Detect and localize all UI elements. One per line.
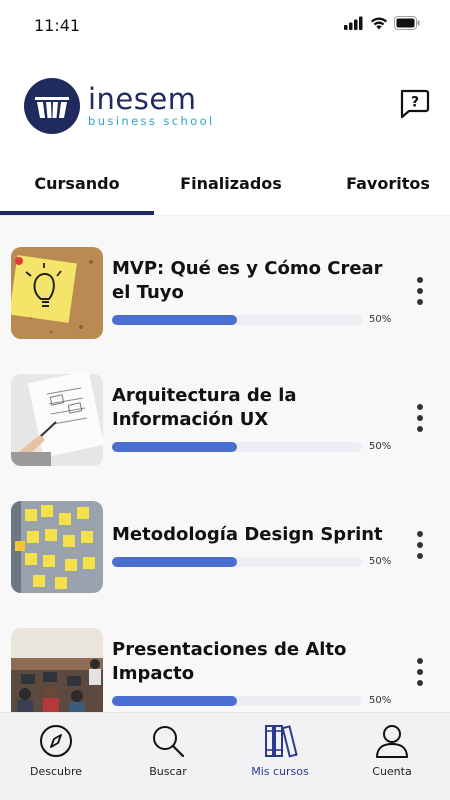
course-item[interactable]: Arquitectura de la Información UX 50% [0,374,450,469]
course-thumbnail [11,628,103,712]
status-icons [344,16,420,30]
inesem-logo-icon [24,78,80,134]
nav-label: Descubre [29,765,83,778]
more-options-icon[interactable] [410,404,430,438]
course-item[interactable]: MVP: Qué es y Cómo Crear el Tuyo 50% [0,247,450,342]
more-options-icon[interactable] [410,277,430,311]
course-title: Presentaciones de Alto Impacto [112,639,347,684]
brand-name: inesem [88,82,197,116]
progress-bar [112,442,362,452]
wifi-icon [371,17,387,30]
status-bar: 11:41 [0,0,450,50]
progress-text: 50% [369,695,392,706]
progress-bar [112,315,362,325]
progress-text: 50% [369,441,392,452]
progress-text: 50% [369,314,392,325]
tab-favoritos[interactable]: Favoritos [308,150,450,216]
active-tab-indicator [0,211,154,215]
nav-mis-cursos[interactable]: Mis cursos [224,723,336,793]
course-thumbnail [11,374,103,466]
course-thumbnail [11,501,103,593]
compass-icon [40,725,72,757]
search-icon [153,726,185,758]
progress-fill [112,315,237,325]
progress-fill [112,557,237,567]
nav-buscar[interactable]: Buscar [112,723,224,793]
nav-label: Buscar [149,765,187,778]
progress-text: 50% [369,556,392,567]
battery-icon [394,16,420,30]
course-tabs: Cursando Finalizados Favoritos [0,150,450,216]
more-options-icon[interactable] [410,531,430,565]
user-icon [376,725,408,758]
tab-cursando[interactable]: Cursando [0,150,154,216]
svg-text:?: ? [411,95,419,111]
help-chat-icon[interactable]: ? [398,88,430,120]
course-item[interactable]: Metodología Design Sprint 50% [0,501,450,596]
status-time: 11:41 [34,16,81,35]
progress-fill [112,696,237,706]
app-header: inesem business school ? [0,50,450,150]
brand-logo: inesem business school [24,78,215,134]
course-title: Metodología Design Sprint [112,524,383,545]
books-icon [265,725,298,758]
progress-bar [112,696,362,706]
signal-icon [344,16,363,30]
nav-label: Cuenta [372,765,412,778]
progress-bar [112,557,362,567]
course-title: MVP: Qué es y Cómo Crear el Tuyo [112,258,383,303]
nav-label: Mis cursos [251,765,309,778]
progress-fill [112,442,237,452]
course-title: Arquitectura de la Información UX [112,385,297,430]
nav-descubre[interactable]: Descubre [0,723,112,793]
nav-cuenta[interactable]: Cuenta [336,723,448,793]
course-list: MVP: Qué es y Cómo Crear el Tuyo 50% Arq… [0,216,450,712]
brand-tagline: business school [88,114,215,128]
bottom-nav: Descubre Buscar Mis cursos Cuenta [0,712,450,800]
tab-finalizados[interactable]: Finalizados [154,150,308,216]
more-options-icon[interactable] [410,658,430,692]
course-item[interactable]: Presentaciones de Alto Impacto 50% [0,628,450,712]
course-thumbnail [11,247,103,339]
